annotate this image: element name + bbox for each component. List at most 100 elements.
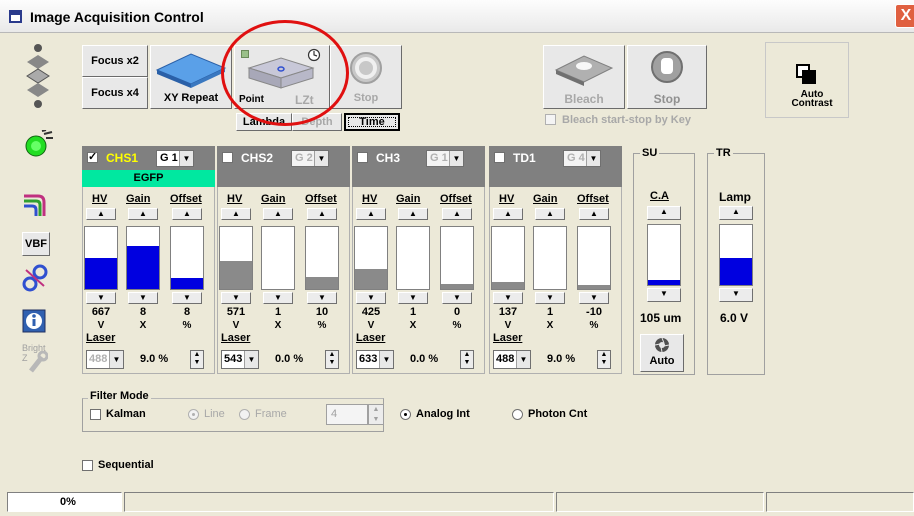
offset-unit: % [182,320,192,331]
hv-level-fill [355,268,387,289]
chevron-down-icon: ▼ [449,151,463,166]
auto-contrast-button[interactable]: Auto Contrast [791,64,842,112]
vbf-button[interactable]: VBF [22,232,50,256]
hv-up-button[interactable]: ▲ [86,208,116,220]
laser-power: 0.0 % [410,353,439,365]
su-up-button[interactable]: ▲ [647,206,681,220]
laser-select[interactable]: 488 ▼ [493,350,531,369]
hv-up-button[interactable]: ▲ [356,208,386,220]
channel-header: CHS1 G 1▼ [82,146,215,170]
channel-enable-checkbox[interactable] [87,150,98,163]
analog-radio[interactable] [400,409,411,420]
laser-select[interactable]: 543 ▼ [221,350,259,369]
group-select[interactable]: G 2 ▼ [291,150,329,167]
line-radio[interactable] [188,409,199,420]
su-auto-button[interactable]: Auto [640,334,684,372]
chevron-down-icon: ▼ [314,151,328,166]
gain-label: Gain [261,193,286,205]
gain-up-button[interactable]: ▲ [535,208,565,220]
group-select[interactable]: G 1 ▼ [426,150,464,167]
z-stack-icon[interactable] [24,42,52,112]
info-icon[interactable] [22,309,46,333]
hv-up-button[interactable]: ▲ [493,208,523,220]
xy-repeat-button[interactable]: XY Repeat [150,45,232,109]
group-select[interactable]: G 4 ▼ [563,150,601,167]
laser-power-spinner[interactable]: ▲ ▼ [597,350,611,369]
hv-down-button[interactable]: ▼ [86,292,116,304]
gain-up-button[interactable]: ▲ [128,208,158,220]
hv-down-button[interactable]: ▼ [221,292,251,304]
highlight-circle [221,20,349,126]
acquisition-window: Image Acquisition Control X VBF Bright Z… [0,0,914,516]
dye-label [217,170,350,187]
offset-up-button[interactable]: ▲ [172,208,202,220]
hv-unit: V [367,320,375,331]
light-path-icon[interactable] [22,192,48,220]
kalman-checkbox[interactable] [90,409,101,420]
tab-time[interactable]: Time [344,113,400,131]
tr-track [719,224,753,286]
laser-select[interactable]: 488 ▼ [86,350,124,369]
gain-label: Gain [533,193,558,205]
bleach-stop-button[interactable]: Stop [627,45,707,109]
frame-count-spinner[interactable]: ▲ ▼ [368,404,384,425]
offset-down-button[interactable]: ▼ [307,292,337,304]
offset-down-button[interactable]: ▼ [579,292,609,304]
hv-track [354,226,388,290]
hv-label: HV [499,193,515,205]
sequential-checkbox[interactable] [82,460,93,471]
bleach-icon [554,55,614,86]
su-down-button[interactable]: ▼ [647,288,681,302]
gain-up-button[interactable]: ▲ [263,208,293,220]
focus-x2-button[interactable]: Focus x2 [82,45,148,77]
tr-down-button[interactable]: ▼ [719,288,753,302]
gain-down-button[interactable]: ▼ [128,292,158,304]
laser-burst-icon[interactable] [22,130,54,160]
gain-unit: X [274,320,282,331]
gain-value: 1 [409,306,417,318]
status-progress: 0% [7,492,122,512]
tr-up-button[interactable]: ▲ [719,206,753,220]
hv-down-button[interactable]: ▼ [493,292,523,304]
group-value: G 1 [430,152,448,164]
gain-down-button[interactable]: ▼ [263,292,293,304]
close-button[interactable]: X [895,4,914,28]
offset-down-button[interactable]: ▼ [442,292,472,304]
channel-enable-checkbox[interactable] [222,152,233,163]
frame-count-input[interactable]: 4 [326,404,368,425]
analog-label: Analog Int [416,408,470,420]
hv-down-button[interactable]: ▼ [356,292,386,304]
offset-up-button[interactable]: ▲ [307,208,337,220]
chevron-down-icon: ▼ [244,351,258,368]
hv-label: HV [92,193,108,205]
gain-down-button[interactable]: ▼ [398,292,428,304]
channel-enable-checkbox[interactable] [357,152,368,163]
su-level-fill [648,280,680,285]
offset-down-button[interactable]: ▼ [172,292,202,304]
offset-up-button[interactable]: ▲ [579,208,609,220]
focus-x4-button[interactable]: Focus x4 [82,77,148,109]
tr-value: 6.0 V [720,311,749,325]
laser-power-spinner[interactable]: ▲ ▼ [460,350,474,369]
channel-strip-ch3: CH3 G 1 ▼ HV ▲ ▼ 425 V Gain ▲ ▼ 1 X Offset ▲ ▼ 0% Laser 63… [352,146,485,374]
bright-z-tool[interactable]: Bright Z [22,343,50,377]
group-select[interactable]: G 1 ▼ [156,150,194,167]
photon-radio[interactable] [512,409,523,420]
hv-up-button[interactable]: ▲ [221,208,251,220]
laser-select[interactable]: 633 ▼ [356,350,394,369]
offset-value: 10 [315,306,329,318]
gain-down-button[interactable]: ▼ [535,292,565,304]
laser-power-spinner[interactable]: ▲ ▼ [325,350,339,369]
laser-power-spinner[interactable]: ▲ ▼ [190,350,204,369]
filter-path-icon[interactable] [22,264,48,292]
offset-up-button[interactable]: ▲ [442,208,472,220]
tr-level-fill [720,258,752,285]
bleach-button[interactable]: Bleach [543,45,625,109]
status-pane-1 [124,492,554,512]
channel-enable-checkbox[interactable] [494,152,505,163]
gain-up-button[interactable]: ▲ [398,208,428,220]
bleach-key-checkbox[interactable] [545,114,556,125]
su-value: 105 um [640,311,682,325]
frame-radio[interactable] [239,409,250,420]
filter-mode-title: Filter Mode [88,390,151,402]
